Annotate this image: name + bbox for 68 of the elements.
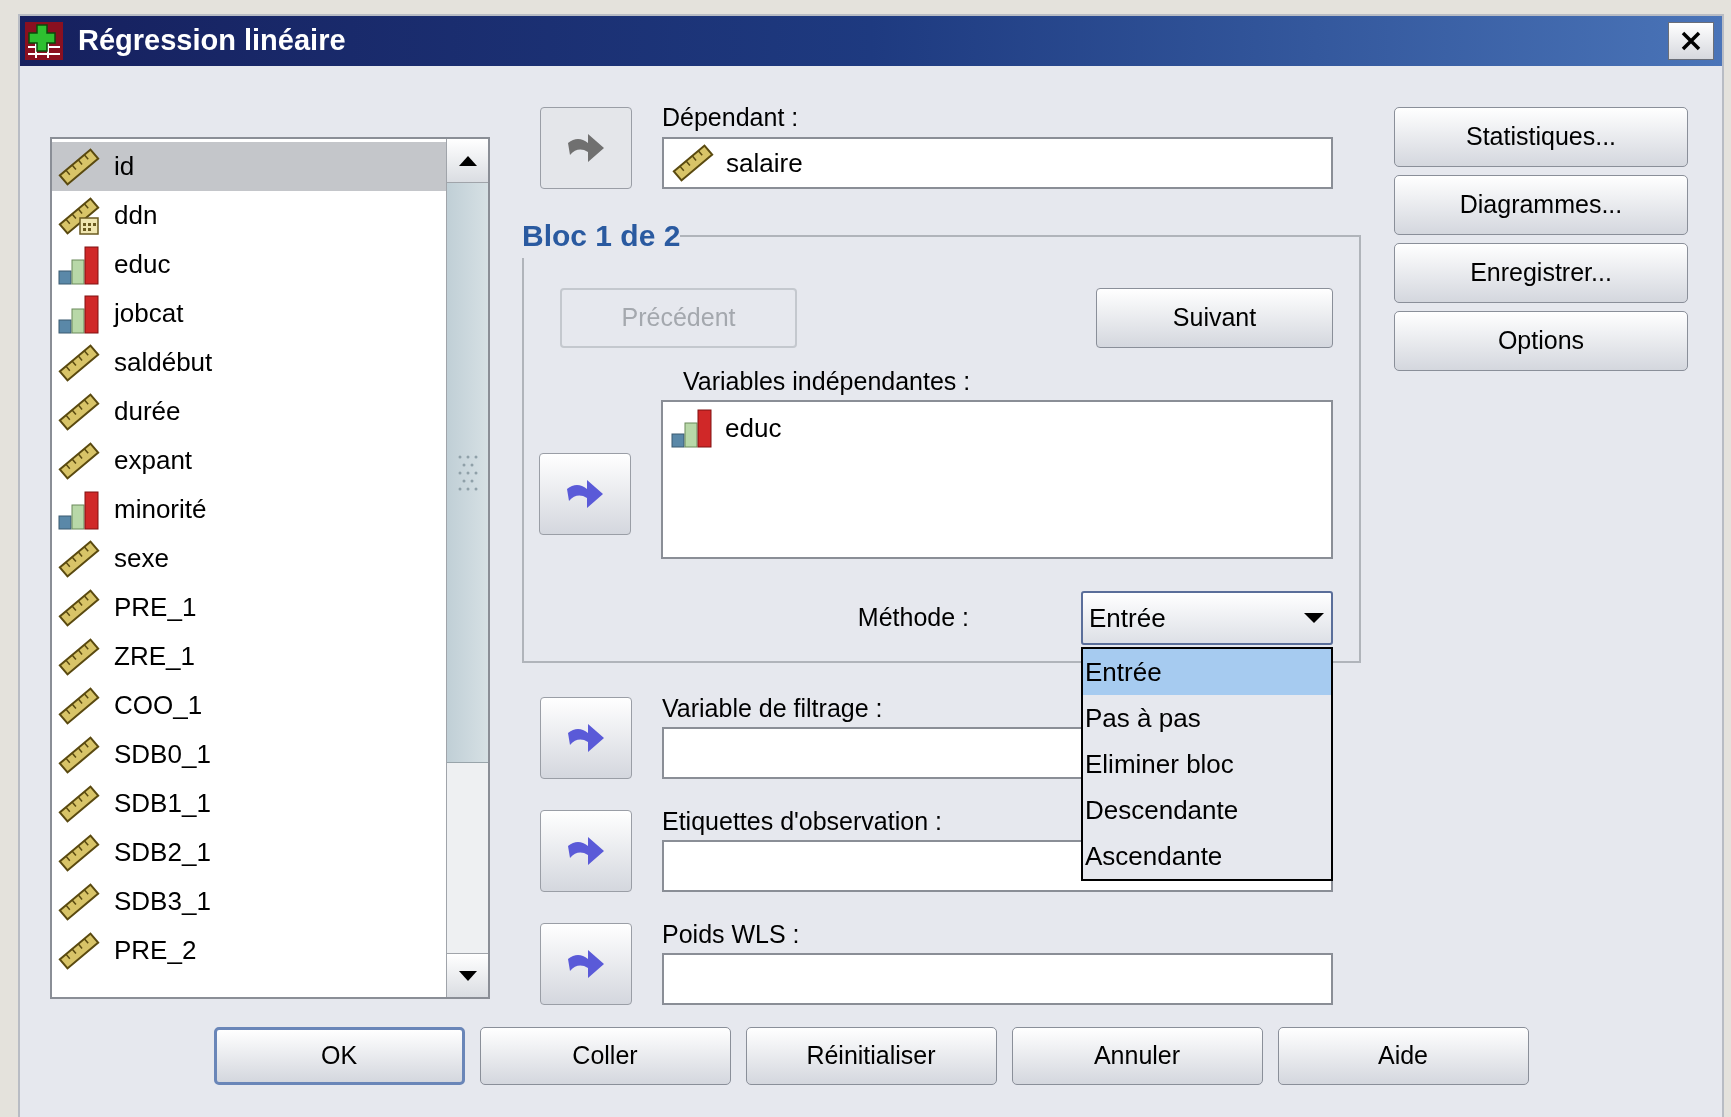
variable-item[interactable]: PRE_1 xyxy=(52,583,446,632)
up-arrow-icon xyxy=(457,154,478,167)
variable-item[interactable]: sexe xyxy=(52,534,446,583)
close-icon xyxy=(1679,29,1703,53)
variable-item[interactable]: durée xyxy=(52,387,446,436)
method-label: Méthode : xyxy=(857,602,969,634)
dialog-button[interactable]: Coller xyxy=(479,1027,731,1085)
dependent-field[interactable]: salaire xyxy=(662,137,1333,189)
variable-field[interactable] xyxy=(662,953,1333,1005)
variable-item[interactable]: educ xyxy=(52,240,446,289)
move-arrow-button[interactable] xyxy=(540,697,632,779)
independents-label: Variables indépendantes : xyxy=(682,366,972,397)
move-arrow-button[interactable] xyxy=(540,923,632,1005)
method-dropdown[interactable]: Entrée xyxy=(1081,591,1333,645)
dropdown-option[interactable]: Entrée xyxy=(1083,649,1331,695)
down-arrow-icon xyxy=(457,969,478,982)
dropdown-option[interactable]: Pas à pas xyxy=(1083,695,1331,741)
dropdown-option[interactable]: Eliminer bloc xyxy=(1083,741,1331,787)
app-icon xyxy=(24,21,64,61)
variable-item[interactable]: COO_1 xyxy=(52,681,446,730)
variable-item[interactable]: SDB3_1 xyxy=(52,877,446,926)
next-button[interactable]: Suivant xyxy=(1096,288,1333,348)
move-arrow-icon xyxy=(566,834,606,868)
dependent-variable: salaire xyxy=(726,146,803,180)
field-label: Etiquettes d'observation : xyxy=(662,806,942,837)
independent-item[interactable]: educ xyxy=(671,406,1323,450)
variable-item[interactable]: expant xyxy=(52,436,446,485)
dropdown-option[interactable]: Descendante xyxy=(1083,787,1331,833)
scroll-up-button[interactable] xyxy=(447,139,488,183)
variable-item[interactable]: SDB1_1 xyxy=(52,779,446,828)
variable-item[interactable]: ZRE_1 xyxy=(52,632,446,681)
dialog-button[interactable]: Diagrammes... xyxy=(1394,175,1688,235)
window-title: Régression linéaire xyxy=(78,23,346,59)
scroll-down-button[interactable] xyxy=(447,953,488,997)
variable-item[interactable]: ddn xyxy=(52,191,446,240)
move-arrow-icon xyxy=(566,131,606,165)
move-arrow-icon xyxy=(566,721,606,755)
scrollbar[interactable] xyxy=(446,139,488,997)
bar-chart-icon xyxy=(671,408,713,448)
dependent-label: Dépendant : xyxy=(662,102,800,133)
dropdown-option[interactable]: Ascendante xyxy=(1083,833,1331,879)
dialog-button[interactable]: Réinitialiser xyxy=(745,1027,997,1085)
variable-item[interactable]: minorité xyxy=(52,485,446,534)
move-arrow-icon xyxy=(565,477,605,511)
block-title: Bloc 1 de 2 xyxy=(522,218,681,254)
dropdown-caret-icon xyxy=(1303,612,1325,624)
dialog-button[interactable]: Enregistrer... xyxy=(1394,243,1688,303)
dialog-button[interactable]: Aide xyxy=(1277,1027,1529,1085)
scroll-thumb[interactable] xyxy=(447,183,488,763)
bar-chart-icon xyxy=(58,244,100,285)
dialog-button[interactable]: Options xyxy=(1394,311,1688,371)
variable-item[interactable]: SDB0_1 xyxy=(52,730,446,779)
move-arrow-button[interactable] xyxy=(539,453,631,535)
move-arrow-button[interactable] xyxy=(540,810,632,892)
variable-item[interactable]: jobcat xyxy=(52,289,446,338)
variable-item[interactable]: SDB2_1 xyxy=(52,828,446,877)
dialog-button[interactable]: Annuler xyxy=(1011,1027,1263,1085)
field-label: Variable de filtrage : xyxy=(662,693,883,724)
variable-item[interactable]: PRE_2 xyxy=(52,926,446,975)
variable-item[interactable]: saldébut xyxy=(52,338,446,387)
dialog-button[interactable]: Statistiques... xyxy=(1394,107,1688,167)
dialog-button[interactable]: OK xyxy=(213,1027,465,1085)
close-button[interactable] xyxy=(1668,22,1714,60)
move-arrow-icon xyxy=(566,947,606,981)
field-label: Poids WLS : xyxy=(662,919,800,950)
variable-item[interactable]: id xyxy=(52,142,446,191)
bar-chart-icon xyxy=(58,293,100,334)
bar-chart-icon xyxy=(58,489,100,530)
